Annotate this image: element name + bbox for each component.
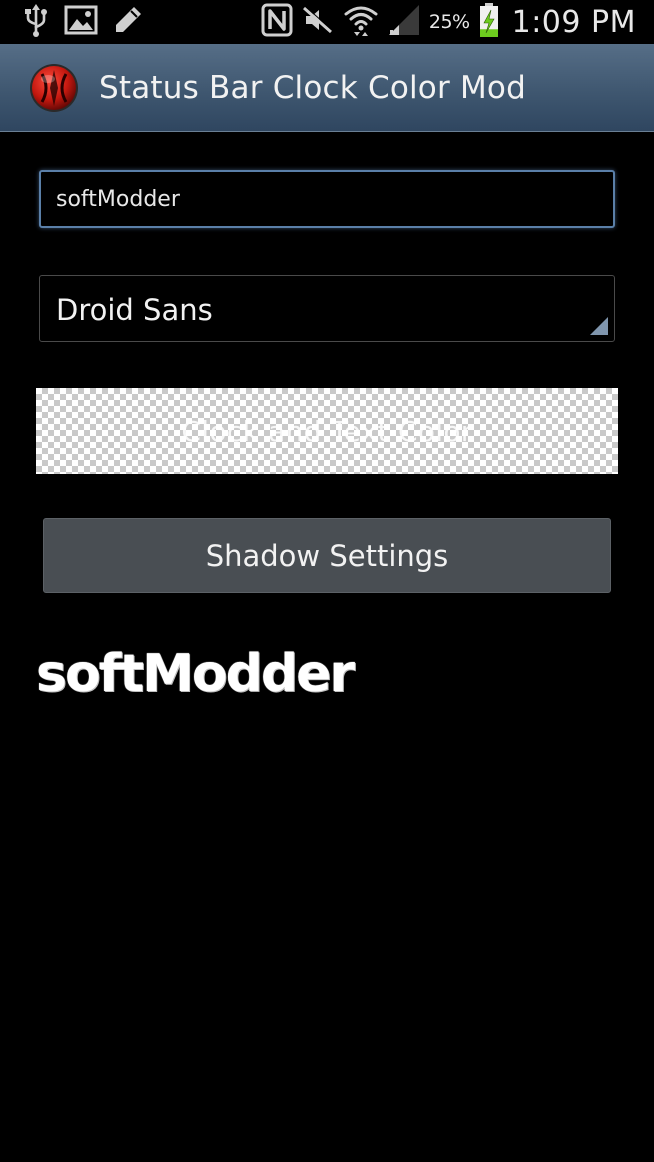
battery-charging-icon xyxy=(478,2,500,42)
text-input-container xyxy=(39,170,615,228)
signal-icon xyxy=(387,3,421,41)
font-spinner[interactable]: Droid Sans xyxy=(39,275,615,342)
app-title: Status Bar Clock Color Mod xyxy=(99,70,526,106)
status-bar: 25% 1:09 PM xyxy=(0,0,654,44)
wifi-icon xyxy=(343,3,379,41)
status-bar-clock: 1:09 PM xyxy=(511,4,636,40)
spinner-arrow-icon xyxy=(590,317,608,335)
shadow-button-label: Shadow Settings xyxy=(205,538,449,573)
action-bar: Status Bar Clock Color Mod xyxy=(0,44,654,132)
clock-text-color-button[interactable]: Clock and Text Color xyxy=(36,388,618,474)
mute-icon xyxy=(301,5,335,39)
app-logo-icon[interactable] xyxy=(28,62,80,114)
usb-icon xyxy=(22,3,50,41)
status-bar-left xyxy=(22,4,144,40)
color-button-label: Clock and Text Color xyxy=(181,414,473,448)
battery-percent: 25% xyxy=(428,11,470,33)
pencil-icon xyxy=(112,4,144,40)
clock-preview-text: softModder xyxy=(36,644,355,704)
shadow-settings-button[interactable]: Shadow Settings xyxy=(43,518,611,593)
font-spinner-value: Droid Sans xyxy=(56,293,213,327)
image-icon xyxy=(64,5,98,39)
clock-text-input[interactable] xyxy=(41,172,613,226)
status-bar-right: 25% 1:09 PM xyxy=(261,2,636,42)
nfc-icon xyxy=(261,3,293,41)
